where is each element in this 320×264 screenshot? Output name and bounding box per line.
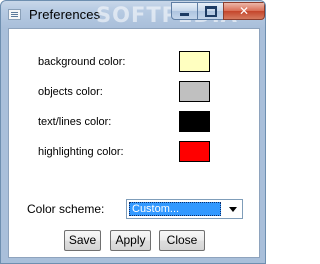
text-lines-color-swatch[interactable] <box>179 111 210 132</box>
chevron-down-icon[interactable] <box>226 202 240 216</box>
window-title: Preferences <box>29 7 101 22</box>
color-scheme-select[interactable]: Custom... <box>126 199 243 219</box>
title-bar[interactable]: Preferences SOFTPEDIA ✕ <box>1 1 265 29</box>
color-scheme-label: Color scheme: <box>27 202 105 216</box>
apply-button[interactable]: Apply <box>110 230 151 251</box>
objects-color-row: objects color: <box>9 81 259 105</box>
window-close-button[interactable]: ✕ <box>223 2 265 20</box>
color-scheme-selected-value[interactable]: Custom... <box>129 202 221 216</box>
highlighting-color-swatch[interactable] <box>179 141 210 162</box>
background-color-label: background color: <box>38 56 126 68</box>
text-lines-color-label: text/lines color: <box>38 116 112 128</box>
highlighting-color-label: highlighting color: <box>38 146 124 158</box>
save-button[interactable]: Save <box>64 230 101 251</box>
highlighting-color-row: highlighting color: <box>9 141 259 165</box>
preferences-window: Preferences SOFTPEDIA ✕ background color… <box>0 0 266 264</box>
objects-color-swatch[interactable] <box>179 81 210 102</box>
maximize-button[interactable] <box>197 2 224 20</box>
objects-color-label: objects color: <box>38 86 103 98</box>
maximize-icon <box>204 5 217 17</box>
background-color-row: background color: <box>9 51 259 75</box>
close-button[interactable]: Close <box>159 230 205 251</box>
window-app-icon[interactable] <box>8 9 21 20</box>
preferences-panel: background color: objects color: text/li… <box>8 28 260 258</box>
text-lines-color-row: text/lines color: <box>9 111 259 135</box>
minimize-button[interactable] <box>171 2 198 20</box>
close-icon: ✕ <box>238 4 250 18</box>
background-color-swatch[interactable] <box>179 51 210 72</box>
minimize-icon <box>180 12 189 16</box>
